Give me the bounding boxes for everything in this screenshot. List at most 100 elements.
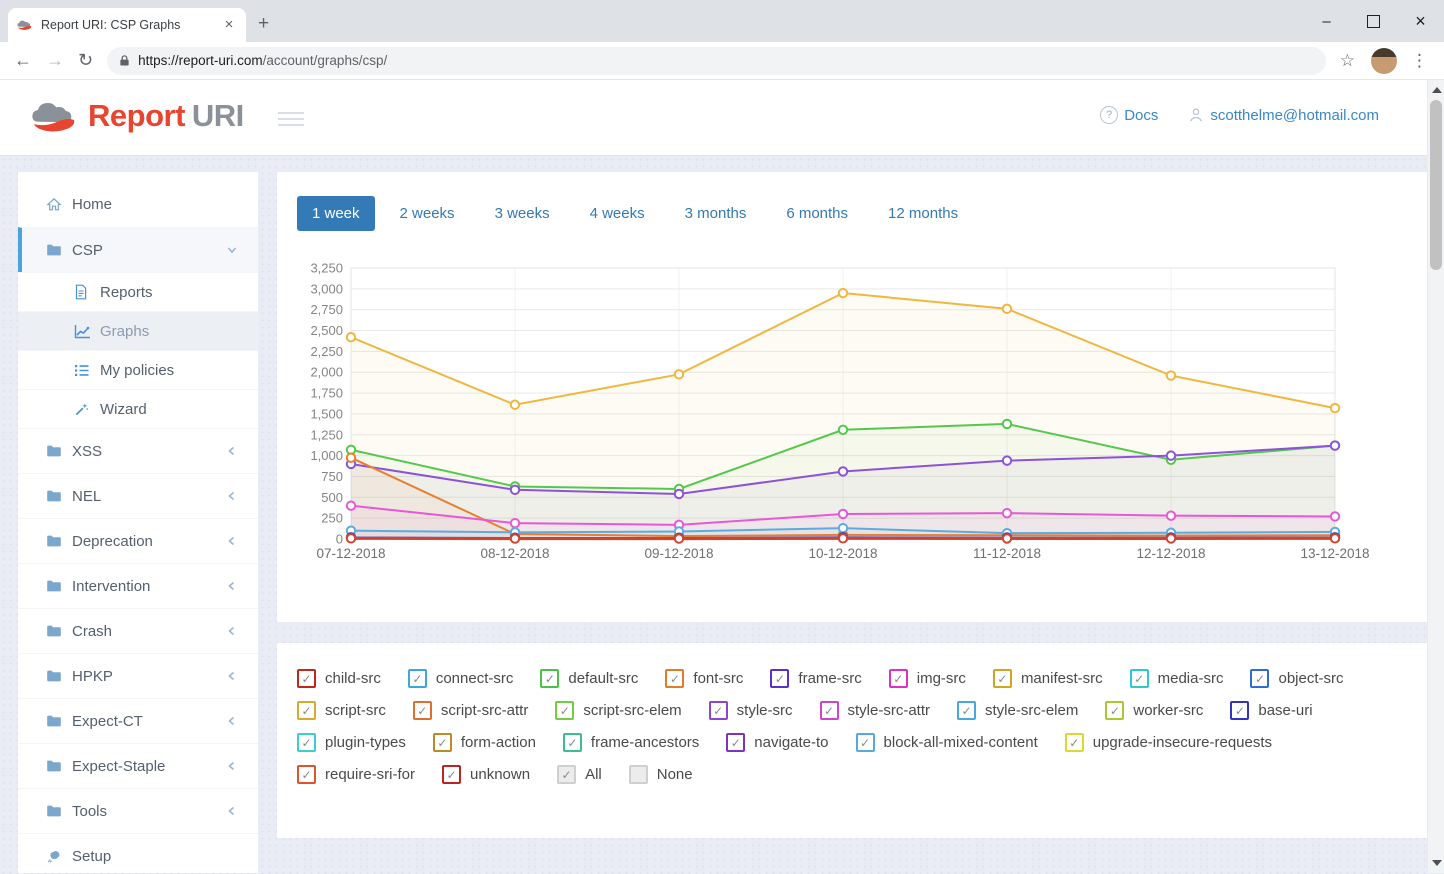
sidebar-item-intervention[interactable]: Intervention [18, 563, 258, 608]
filter-none[interactable]: None [629, 765, 693, 784]
checkbox-checked-icon[interactable]: ✓ [770, 669, 789, 688]
filter-require-sri-for[interactable]: ✓require-sri-for [297, 765, 415, 784]
sidebar-item-tools[interactable]: Tools [18, 788, 258, 833]
sidebar-item-my-policies[interactable]: My policies [18, 350, 258, 389]
sidebar-item-setup[interactable]: Setup [18, 833, 258, 873]
new-tab-button[interactable]: + [258, 14, 269, 34]
tab-1-week[interactable]: 1 week [297, 196, 375, 231]
window-minimize-button[interactable]: – [1303, 0, 1350, 42]
filter-img-src[interactable]: ✓img-src [889, 669, 966, 688]
checkbox-checked-icon[interactable]: ✓ [1065, 733, 1084, 752]
filter-media-src[interactable]: ✓media-src [1130, 669, 1224, 688]
filter-frame-ancestors[interactable]: ✓frame-ancestors [563, 733, 699, 752]
checkbox-checked-icon[interactable]: ✓ [442, 765, 461, 784]
checkbox-checked-icon[interactable]: ✓ [557, 765, 576, 784]
filter-all[interactable]: ✓All [557, 765, 602, 784]
checkbox-checked-icon[interactable]: ✓ [408, 669, 427, 688]
hamburger-menu-icon[interactable] [278, 108, 304, 130]
scrollbar-up-icon[interactable] [1432, 87, 1442, 93]
filter-form-action[interactable]: ✓form-action [433, 733, 536, 752]
filter-script-src-elem[interactable]: ✓script-src-elem [555, 701, 681, 720]
filter-style-src-elem[interactable]: ✓style-src-elem [957, 701, 1078, 720]
checkbox-checked-icon[interactable]: ✓ [413, 701, 432, 720]
checkbox-checked-icon[interactable]: ✓ [1105, 701, 1124, 720]
sidebar-item-expect-staple[interactable]: Expect-Staple [18, 743, 258, 788]
filter-navigate-to[interactable]: ✓navigate-to [726, 733, 828, 752]
profile-avatar[interactable] [1371, 48, 1397, 74]
filter-object-src[interactable]: ✓object-src [1250, 669, 1343, 688]
filter-block-all-mixed-content[interactable]: ✓block-all-mixed-content [856, 733, 1038, 752]
scrollbar-thumb[interactable] [1430, 100, 1442, 270]
browser-menu-icon[interactable]: ⋮ [1411, 51, 1428, 71]
filter-child-src[interactable]: ✓child-src [297, 669, 381, 688]
filter-style-src-attr[interactable]: ✓style-src-attr [820, 701, 931, 720]
filter-manifest-src[interactable]: ✓manifest-src [993, 669, 1103, 688]
filter-script-src-attr[interactable]: ✓script-src-attr [413, 701, 529, 720]
checkbox-checked-icon[interactable]: ✓ [665, 669, 684, 688]
tab-2-weeks[interactable]: 2 weeks [385, 196, 470, 231]
sidebar-item-home[interactable]: Home [18, 182, 258, 227]
checkbox-checked-icon[interactable]: ✓ [889, 669, 908, 688]
filter-frame-src[interactable]: ✓frame-src [770, 669, 861, 688]
checkbox-checked-icon[interactable]: ✓ [1250, 669, 1269, 688]
check-icon: ✓ [1069, 737, 1079, 749]
scrollbar-down-icon[interactable] [1432, 860, 1442, 866]
window-maximize-button[interactable] [1350, 0, 1397, 42]
sidebar-item-reports[interactable]: Reports [18, 272, 258, 311]
browser-tab[interactable]: Report URI: CSP Graphs × [8, 8, 246, 42]
checkbox-checked-icon[interactable]: ✓ [540, 669, 559, 688]
checkbox-checked-icon[interactable]: ✓ [993, 669, 1012, 688]
filter-unknown[interactable]: ✓unknown [442, 765, 530, 784]
tab-12-months[interactable]: 12 months [873, 196, 973, 231]
forward-button[interactable]: → [46, 50, 64, 71]
filter-connect-src[interactable]: ✓connect-src [408, 669, 514, 688]
filter-worker-src[interactable]: ✓worker-src [1105, 701, 1203, 720]
tab-4-weeks[interactable]: 4 weeks [575, 196, 660, 231]
page-scrollbar[interactable] [1427, 80, 1444, 873]
account-link[interactable]: scotthelme@hotmail.com [1188, 107, 1379, 124]
checkbox-checked-icon[interactable]: ✓ [555, 701, 574, 720]
checkbox-checked-icon[interactable]: ✓ [297, 701, 316, 720]
sidebar-item-nel[interactable]: NEL [18, 473, 258, 518]
checkbox-checked-icon[interactable]: ✓ [856, 733, 875, 752]
sidebar-item-csp[interactable]: CSP [18, 227, 258, 272]
sidebar-item-graphs[interactable]: Graphs [18, 311, 258, 350]
url-origin: https://report-uri.com [138, 53, 263, 68]
checkbox-checked-icon[interactable]: ✓ [297, 669, 316, 688]
sidebar-item-wizard[interactable]: Wizard [18, 389, 258, 428]
tab-3-months[interactable]: 3 months [670, 196, 762, 231]
filter-script-src[interactable]: ✓script-src [297, 701, 386, 720]
sidebar-item-hpkp[interactable]: HPKP [18, 653, 258, 698]
window-close-button[interactable]: × [1397, 0, 1444, 42]
tab-3-weeks[interactable]: 3 weeks [480, 196, 565, 231]
filter-plugin-types[interactable]: ✓plugin-types [297, 733, 406, 752]
sidebar-item-expect-ct[interactable]: Expect-CT [18, 698, 258, 743]
checkbox-checked-icon[interactable]: ✓ [726, 733, 745, 752]
checkbox-checked-icon[interactable]: ✓ [1130, 669, 1149, 688]
checkbox-checked-icon[interactable]: ✓ [563, 733, 582, 752]
url-bar[interactable]: https://report-uri.com/account/graphs/cs… [107, 47, 1326, 75]
filter-upgrade-insecure-requests[interactable]: ✓upgrade-insecure-requests [1065, 733, 1272, 752]
report-uri-logo[interactable]: ReportURI [28, 98, 244, 134]
sidebar-item-xss[interactable]: XSS [18, 428, 258, 473]
tab-6-months[interactable]: 6 months [771, 196, 863, 231]
checkbox-checked-icon[interactable]: ✓ [957, 701, 976, 720]
filter-font-src[interactable]: ✓font-src [665, 669, 743, 688]
checkbox-checked-icon[interactable]: ✓ [820, 701, 839, 720]
tab-close-icon[interactable]: × [220, 16, 238, 34]
filter-default-src[interactable]: ✓default-src [540, 669, 638, 688]
checkbox-checked-icon[interactable]: ✓ [1230, 701, 1249, 720]
checkbox-checked-icon[interactable]: ✓ [297, 765, 316, 784]
filter-style-src[interactable]: ✓style-src [709, 701, 793, 720]
back-button[interactable]: ← [14, 50, 32, 71]
reload-button[interactable]: ↻ [78, 50, 93, 71]
sidebar-item-deprecation[interactable]: Deprecation [18, 518, 258, 563]
sidebar-item-crash[interactable]: Crash [18, 608, 258, 653]
checkbox-unchecked-icon[interactable] [629, 765, 648, 784]
bookmark-star-icon[interactable]: ☆ [1340, 51, 1355, 71]
checkbox-checked-icon[interactable]: ✓ [297, 733, 316, 752]
filter-base-uri[interactable]: ✓base-uri [1230, 701, 1312, 720]
checkbox-checked-icon[interactable]: ✓ [433, 733, 452, 752]
docs-link[interactable]: ? Docs [1100, 106, 1158, 124]
checkbox-checked-icon[interactable]: ✓ [709, 701, 728, 720]
